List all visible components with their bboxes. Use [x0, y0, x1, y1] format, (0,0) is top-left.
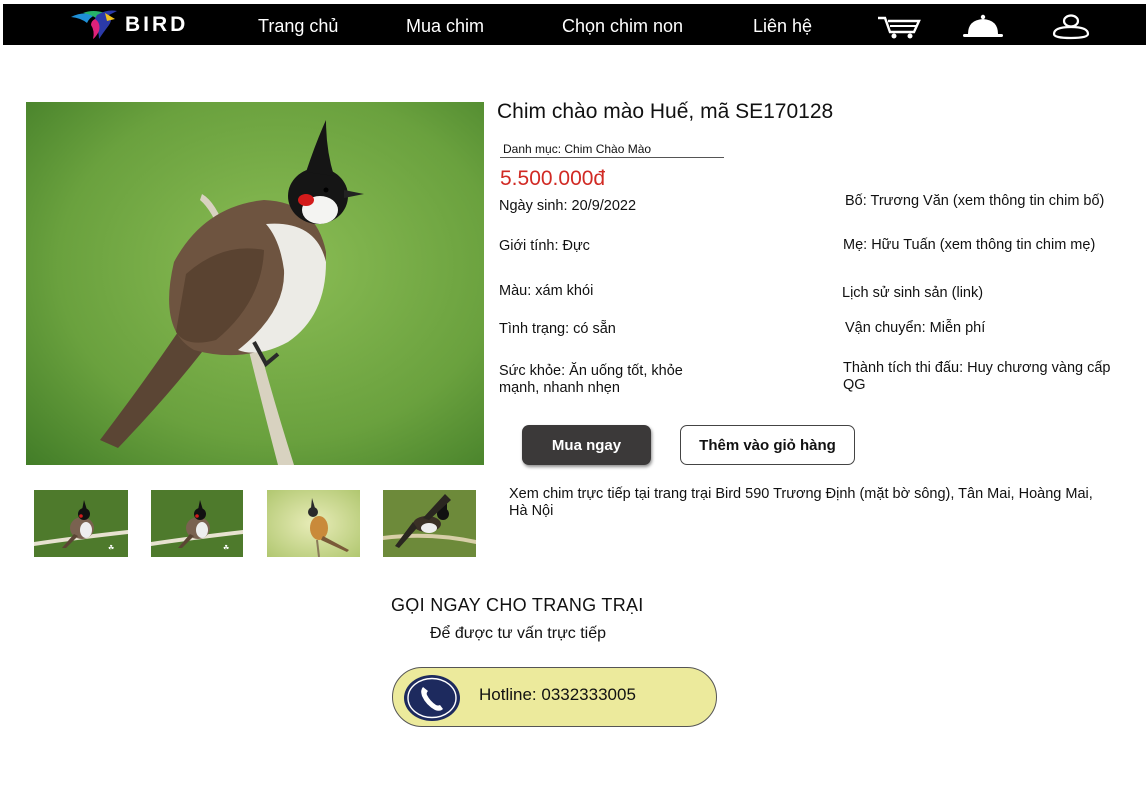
gender: Giới tính: Đực	[499, 238, 590, 254]
buy-now-button[interactable]: Mua ngay	[522, 425, 651, 465]
father-info-link[interactable]: Bố: Trương Văn (xem thông tin chim bố)	[845, 193, 1105, 210]
logo-text: BIRD	[125, 13, 189, 36]
thumbnail-2[interactable]: ☘	[151, 490, 243, 557]
hotline-number: Hotline: 0332333005	[479, 685, 636, 704]
farm-visit-text: Xem chim trực tiếp tại trang trại Bird 5…	[509, 486, 1093, 519]
color: Màu: xám khói	[499, 283, 594, 299]
nav-home-link[interactable]: Trang chủ	[258, 16, 338, 37]
nav-buy-bird-link[interactable]: Mua chim	[406, 16, 484, 37]
mother-info-link[interactable]: Mẹ: Hữu Tuấn (xem thông tin chim mẹ)	[843, 237, 1133, 254]
product-title: Chim chào mào Huế, mã SE170128	[497, 100, 834, 123]
bird-logo-icon	[71, 10, 117, 39]
availability-status: Tình trạng: có sẵn	[499, 321, 616, 337]
top-navbar: BIRD Trang chủ Mua chim Chọn chim non Li…	[3, 4, 1146, 45]
call-subheading: Để được tư vấn trực tiếp	[430, 625, 607, 642]
nav-contact-link[interactable]: Liên hệ	[753, 16, 812, 37]
user-icon[interactable]	[1048, 12, 1094, 40]
cart-icon[interactable]	[876, 12, 922, 40]
svg-text:☘: ☘	[108, 544, 114, 552]
thumbnail-3[interactable]	[267, 490, 360, 557]
shipping-info: Vận chuyển: Miễn phí	[845, 320, 986, 336]
thumbnail-4[interactable]	[383, 490, 476, 557]
product-category[interactable]: Danh mục: Chim Chào Mào	[500, 142, 724, 158]
main-product-image	[26, 102, 484, 465]
call-heading: GỌI NGAY CHO TRANG TRẠI	[391, 595, 644, 615]
birth-date: Ngày sinh: 20/9/2022	[499, 198, 637, 214]
health-status: Sức khỏe: Ăn uống tốt, khỏe mạnh, nhanh …	[499, 363, 683, 396]
breeding-history-link[interactable]: Lịch sử sinh sản (link)	[842, 285, 1102, 302]
svg-text:☘: ☘	[223, 544, 229, 552]
hotline-button[interactable]: Hotline: 0332333005	[392, 667, 717, 727]
thumbnail-1[interactable]: ☘	[34, 490, 128, 557]
phone-icon	[404, 675, 460, 721]
logo[interactable]: BIRD	[69, 9, 188, 41]
competition-achievements: Thành tích thi đấu: Huy chương vàng cấp …	[843, 360, 1111, 393]
add-to-cart-button[interactable]: Thêm vào giỏ hàng	[680, 425, 855, 465]
nav-choose-chick-link[interactable]: Chọn chim non	[562, 16, 683, 37]
bell-icon[interactable]	[960, 12, 1006, 40]
product-price: 5.500.000đ	[500, 167, 606, 190]
